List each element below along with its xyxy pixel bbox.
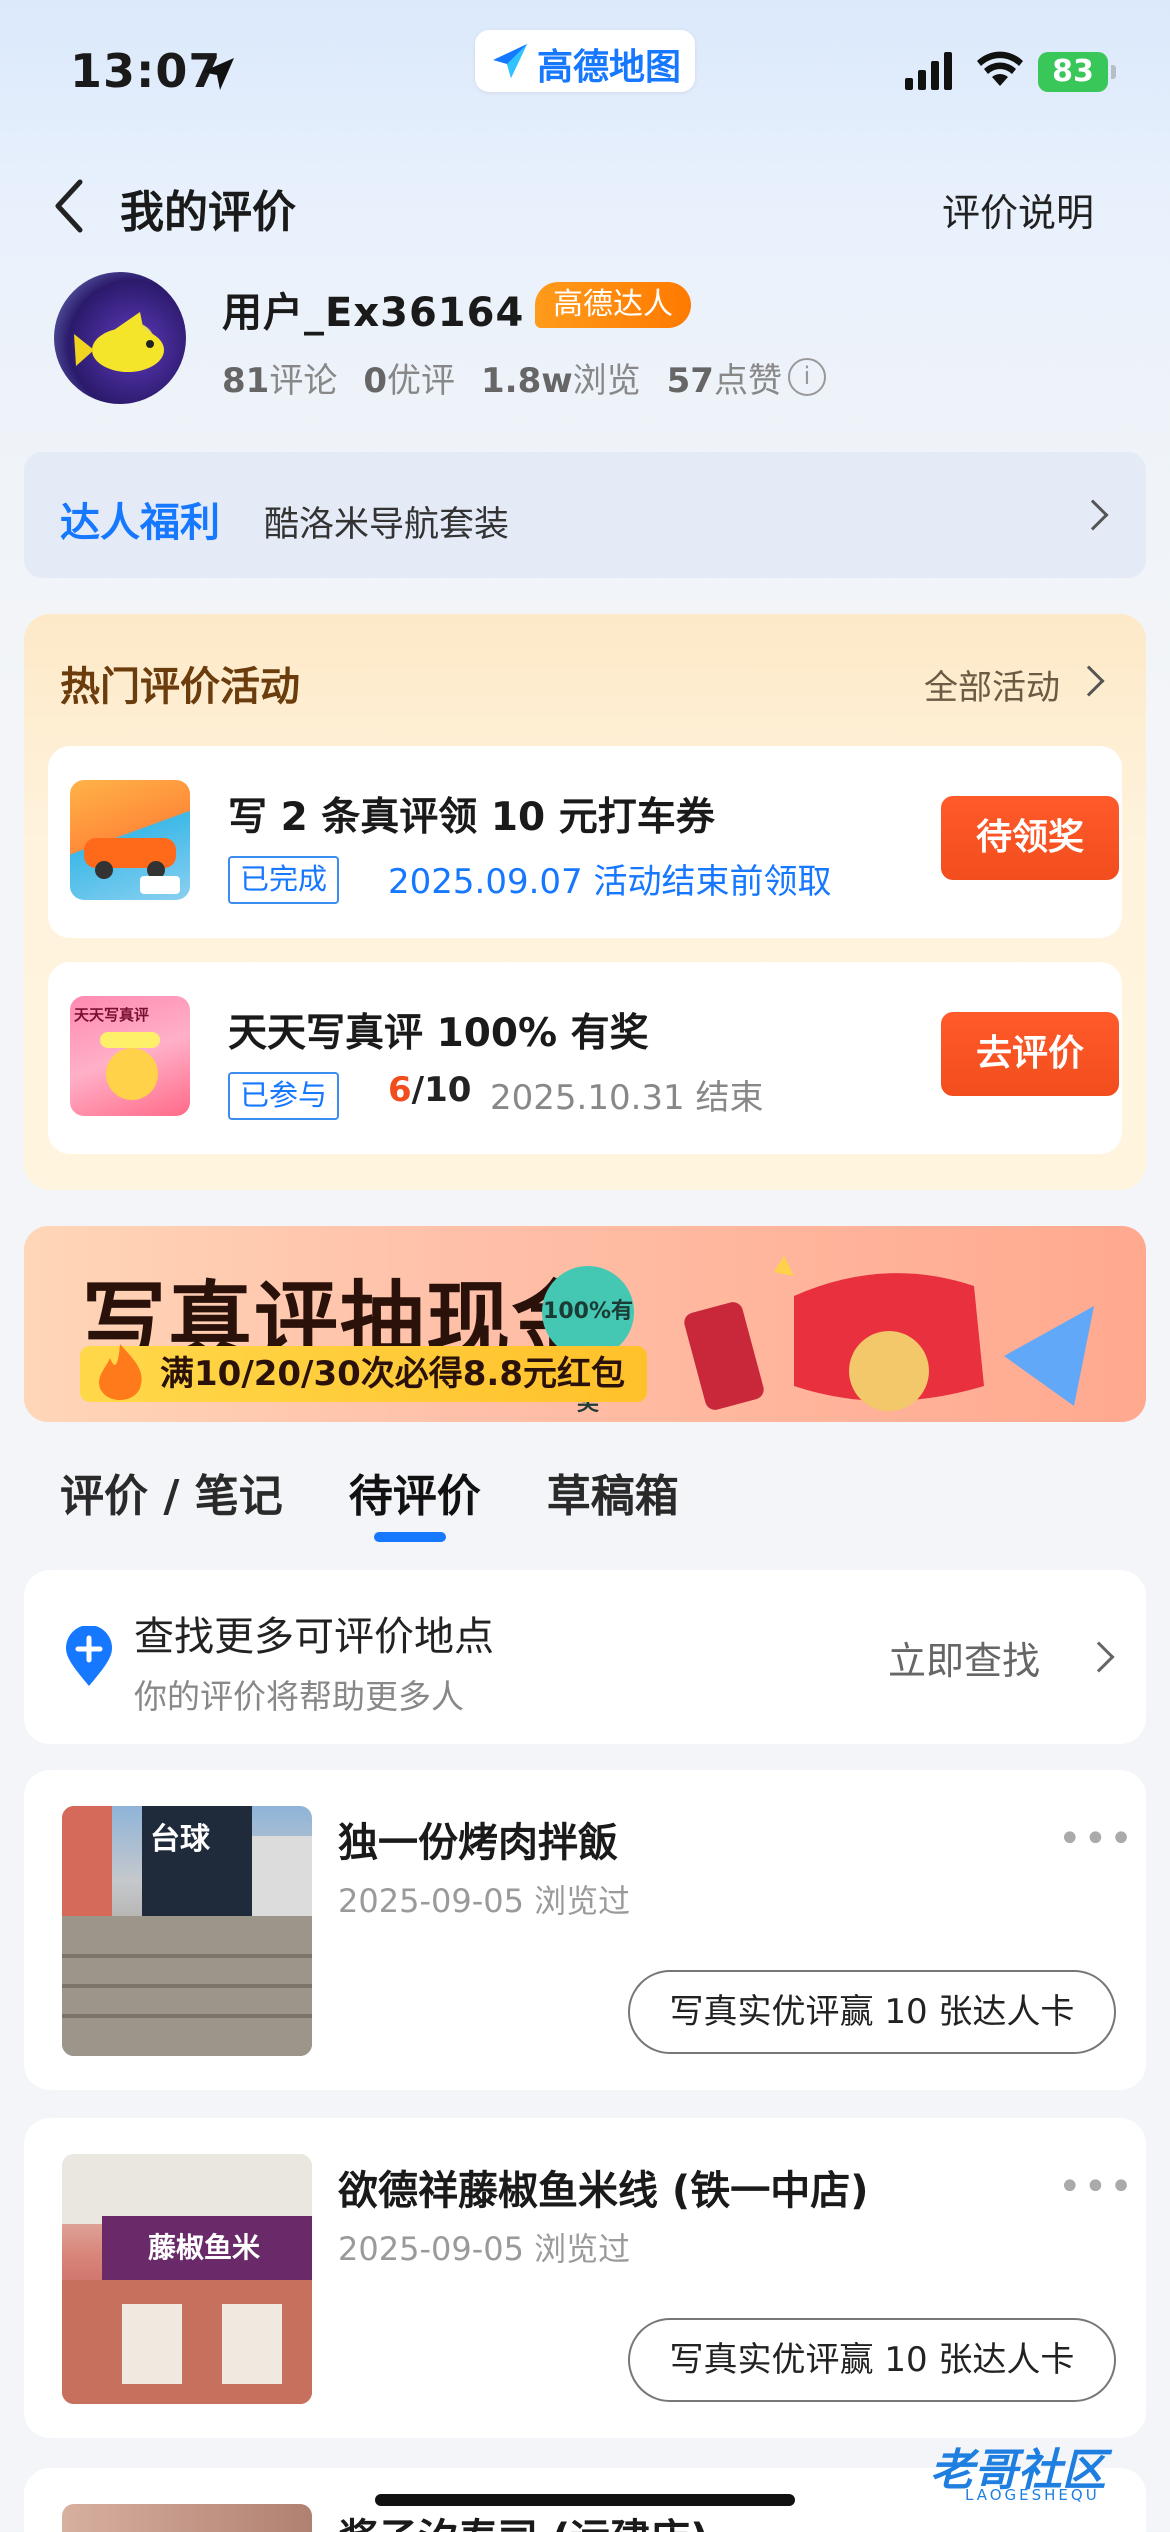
- amap-logo-icon: [493, 44, 527, 78]
- perks-title: 达人福利: [60, 500, 220, 546]
- tab-drafts[interactable]: 草稿箱: [547, 1460, 679, 1524]
- location-arrow-icon: [202, 58, 234, 90]
- rules-link[interactable]: 评价说明: [942, 182, 1094, 237]
- activity-card[interactable]: 天天写真评 天天写真评 100% 有奖 已参与 6/10 2025.10.31 …: [48, 962, 1122, 1154]
- hot-activities-section: 热门评价活动 全部活动 写 2 条真评领 10 元打车券 已完成 2025.09…: [24, 614, 1146, 1190]
- place-visit-date: 2025-09-05 浏览过: [338, 1882, 631, 1920]
- hot-activities-title: 热门评价活动: [60, 664, 300, 710]
- battery-indicator: 83: [1038, 52, 1116, 92]
- all-activities-link[interactable]: 全部活动: [924, 660, 1060, 709]
- place-photo-sign: 藤椒鱼米: [148, 2231, 261, 2264]
- watermark-sub: LAOGESHEQU: [965, 2486, 1100, 2504]
- info-icon[interactable]: i: [788, 358, 826, 396]
- banner-subline: 满10/20/30次必得8.8元红包: [80, 1346, 648, 1402]
- map-pin-plus-icon: [66, 1626, 112, 1686]
- gift-illustration-icon: [684, 1256, 1094, 1411]
- app-back-badge[interactable]: 高德地图: [475, 30, 695, 92]
- more-options-icon[interactable]: •••: [1058, 2164, 1135, 2210]
- stat-comments: 81评论: [222, 361, 338, 401]
- place-photo: 藤椒鱼米: [62, 2154, 312, 2404]
- stat-views: 1.8w浏览: [481, 361, 641, 401]
- perks-desc: 酷洛米导航套装: [264, 505, 510, 545]
- page-title: 我的评价: [120, 187, 296, 238]
- avatar[interactable]: [54, 272, 186, 404]
- expert-perks-bar[interactable]: 达人福利 酷洛米导航套装: [24, 452, 1146, 578]
- activity-thumb-taxi: [70, 780, 190, 900]
- more-options-icon[interactable]: •••: [1058, 1816, 1135, 1862]
- place-photo: [62, 2504, 312, 2532]
- find-places-card[interactable]: 查找更多可评价地点 你的评价将帮助更多人 立即查找: [24, 1570, 1146, 1744]
- cellular-signal-icon: [905, 52, 952, 90]
- app-name: 高德地图: [537, 47, 682, 88]
- tab-pending-review[interactable]: 待评价: [349, 1460, 481, 1524]
- activity-thumb-label: 天天写真评: [74, 1006, 150, 1024]
- activity-deadline: 2025.09.07 活动结束前领取: [388, 862, 832, 902]
- chevron-right-icon: [1073, 665, 1105, 697]
- stat-excellent: 0优评: [363, 361, 455, 401]
- activity-card[interactable]: 写 2 条真评领 10 元打车券 已完成 2025.09.07 活动结束前领取 …: [48, 746, 1122, 938]
- promo-banner[interactable]: 写真评抽现金 100%有奖 满10/20/30次必得8.8元红包: [24, 1226, 1146, 1422]
- status-bar: 13:07 高德地图 83: [0, 0, 1170, 150]
- place-name: 酱子汐寿司 (远建店): [338, 2506, 709, 2532]
- chevron-right-icon: [1077, 499, 1109, 531]
- activity-title: 天天写真评 100% 有奖: [228, 1011, 649, 1056]
- profile-stats: 81评论 0优评 1.8w浏览 57点赞: [222, 353, 782, 402]
- place-visit-date: 2025-09-05 浏览过: [338, 2230, 631, 2268]
- write-review-button[interactable]: 去评价: [941, 1012, 1119, 1096]
- wifi-icon: [977, 51, 1023, 86]
- activity-title: 写 2 条真评领 10 元打车券: [228, 795, 715, 840]
- place-name: 欲德祥藤椒鱼米线 (铁一中店): [338, 2168, 869, 2214]
- place-name: 独一份烤肉拌飯: [338, 1820, 618, 1866]
- activity-status-tag: 已完成: [228, 856, 340, 904]
- activity-progress: 6/10: [388, 1070, 472, 1110]
- write-review-button[interactable]: 写真实优评赢 10 张达人卡: [628, 2318, 1116, 2402]
- find-now-link[interactable]: 立即查找: [888, 1630, 1040, 1685]
- place-card[interactable]: 藤椒鱼米 欲德祥藤椒鱼米线 (铁一中店) 2025-09-05 浏览过 ••• …: [24, 2118, 1146, 2438]
- username: 用户_Ex36164: [222, 290, 525, 336]
- activity-status-tag: 已参与: [228, 1072, 340, 1120]
- find-subtitle: 你的评价将帮助更多人: [134, 1677, 464, 1716]
- place-card[interactable]: 台球 独一份烤肉拌飯 2025-09-05 浏览过 ••• 写真实优评赢 10 …: [24, 1770, 1146, 2090]
- activity-thumb-daily: 天天写真评: [70, 996, 190, 1116]
- home-indicator[interactable]: [375, 2494, 795, 2506]
- claim-reward-button[interactable]: 待领奖: [941, 796, 1119, 880]
- place-photo-sign: 台球: [150, 1822, 210, 1857]
- review-tabs: 评价 / 笔记 待评价 草稿箱: [60, 1460, 679, 1524]
- chevron-right-icon: [1083, 1641, 1115, 1673]
- banner-badge: 100%有奖: [542, 1266, 634, 1416]
- expert-badge[interactable]: 高德达人: [535, 282, 691, 328]
- activity-deadline: 2025.10.31 结束: [490, 1078, 764, 1118]
- place-photo: 台球: [62, 1806, 312, 2056]
- flame-icon: [99, 1344, 142, 1400]
- tab-reviews-notes[interactable]: 评价 / 笔记: [60, 1460, 283, 1524]
- back-arrow-icon[interactable]: [50, 178, 90, 234]
- find-title: 查找更多可评价地点: [134, 1614, 494, 1660]
- active-tab-indicator: [374, 1532, 446, 1542]
- write-review-button[interactable]: 写真实优评赢 10 张达人卡: [628, 1970, 1116, 2054]
- stat-likes: 57点赞: [666, 361, 782, 401]
